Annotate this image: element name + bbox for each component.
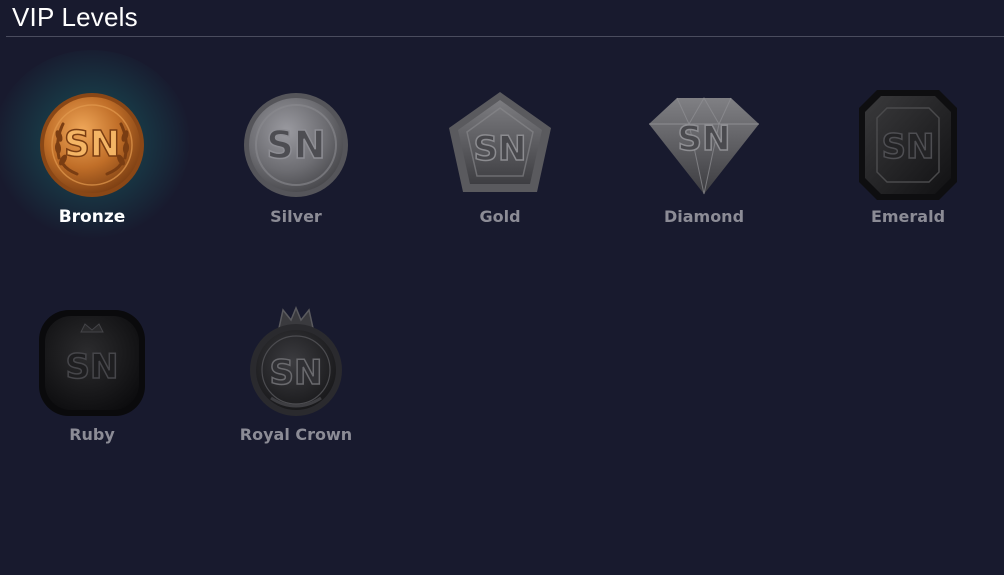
diamond-icon: SN <box>649 96 759 195</box>
emerald-emblem: SN <box>882 127 935 167</box>
vip-levels-page: VIP Levels SN Bronze SN Silver SN Gold S… <box>0 0 1004 575</box>
page-title: VIP Levels <box>12 2 138 32</box>
ruby-emblem: SN <box>66 347 119 387</box>
ruby-gem-icon: SN <box>39 310 145 416</box>
vip-level-royal-crown[interactable]: SN Royal Crown <box>196 268 396 458</box>
bronze-coin-icon: SN <box>40 93 144 197</box>
emerald-gem-icon: SN <box>859 90 957 200</box>
level-label-gold: Gold <box>479 207 521 226</box>
bronze-emblem: SN <box>64 124 120 165</box>
vip-level-silver[interactable]: SN Silver <box>196 50 396 240</box>
diamond-emblem: SN <box>678 119 731 159</box>
level-label-silver: Silver <box>270 207 322 226</box>
gold-emblem: SN <box>474 129 527 169</box>
vip-level-diamond[interactable]: SN Diamond <box>604 50 804 240</box>
silver-emblem: SN <box>266 123 325 167</box>
level-label-diamond: Diamond <box>663 207 745 226</box>
vip-level-emerald[interactable]: SN Emerald <box>808 50 1004 240</box>
gold-pentagon-icon: SN <box>449 92 551 192</box>
royal-crown-icon: SN <box>250 306 342 416</box>
royal-crown-emblem: SN <box>270 353 323 393</box>
silver-coin-icon: SN <box>244 93 348 197</box>
level-label-ruby: Ruby <box>69 425 115 444</box>
level-label-emerald: Emerald <box>870 207 946 226</box>
level-label-royal-crown: Royal Crown <box>239 425 353 444</box>
vip-level-gold[interactable]: SN Gold <box>400 50 600 240</box>
vip-level-bronze[interactable]: SN Bronze <box>0 50 192 240</box>
vip-level-ruby[interactable]: SN Ruby <box>0 268 192 458</box>
title-divider <box>6 36 1004 37</box>
level-label-bronze: Bronze <box>58 207 126 227</box>
